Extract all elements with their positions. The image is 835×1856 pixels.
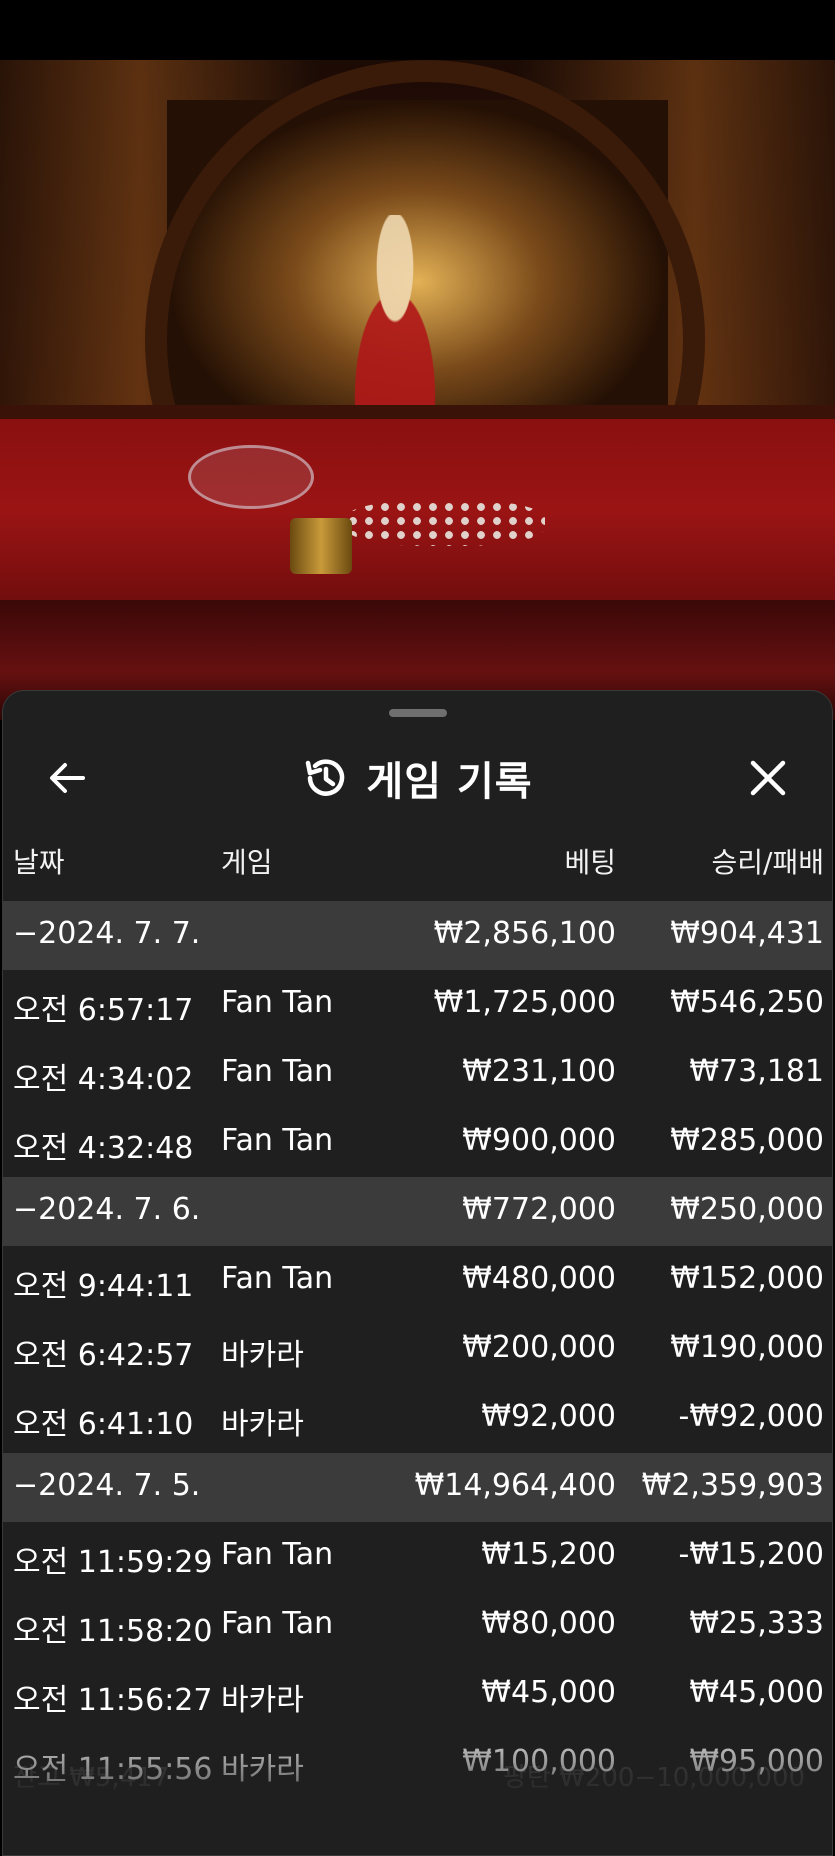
sheet-header: 게임 기록 [3,743,832,823]
row-time: 오전 11:58:20 [13,1614,213,1649]
row-winloss: ₩73,181 [689,1054,824,1089]
glass-cover [188,445,314,509]
history-row[interactable]: 오전 4:32:48 Fan Tan ₩900,000 ₩285,000 [3,1108,832,1177]
drag-handle[interactable] [389,709,447,717]
history-row[interactable]: 오전 6:41:10 바카라 ₩92,000 -₩92,000 [3,1384,832,1453]
row-winloss: -₩15,200 [678,1537,824,1572]
day-group-header[interactable]: −2024. 7. 7. ₩2,856,100 ₩904,431 [3,901,832,970]
row-game: 바카라 [221,1338,304,1373]
row-time: 오전 4:32:48 [13,1131,194,1166]
row-time: 오전 9:44:11 [13,1269,194,1304]
row-game: Fan Tan [221,1054,334,1089]
close-button[interactable] [743,753,793,803]
row-winloss: -₩92,000 [678,1399,824,1434]
fan-tan-beans [345,500,545,546]
close-icon [750,760,786,796]
day-date: −2024. 7. 6. [13,1192,201,1227]
history-list: −2024. 7. 7. ₩2,856,100 ₩904,431 오전 6:57… [3,901,832,1798]
row-bet: ₩200,000 [462,1330,616,1365]
column-date: 날짜 [13,846,65,879]
day-winloss-total: ₩904,431 [670,916,824,951]
history-row[interactable]: 오전 6:57:17 Fan Tan ₩1,725,000 ₩546,250 [3,970,832,1039]
balance-label: 잔고 ₩5,417 [13,1763,170,1793]
live-dealer-video [0,60,835,720]
game-history-sheet: 게임 기록 날짜 게임 베팅 승리/패배 −2024. 7. 7. ₩2,856… [2,690,833,1856]
day-bet-total: ₩2,856,100 [433,916,616,951]
day-bet-total: ₩14,964,400 [414,1468,616,1503]
history-row[interactable]: 오전 9:44:11 Fan Tan ₩480,000 ₩152,000 [3,1246,832,1315]
day-bet-total: ₩772,000 [462,1192,616,1227]
history-row[interactable]: 오전 11:58:20 Fan Tan ₩80,000 ₩25,333 [3,1591,832,1660]
row-time: 오전 11:56:27 [13,1683,213,1718]
day-winloss-total: ₩2,359,903 [641,1468,824,1503]
row-winloss: ₩45,000 [689,1675,824,1710]
row-winloss: ₩190,000 [670,1330,824,1365]
row-game: 바카라 [221,1407,304,1442]
column-winloss: 승리/패배 [711,846,824,879]
row-bet: ₩900,000 [462,1123,616,1158]
history-row[interactable]: 오전 6:42:57 바카라 ₩200,000 ₩190,000 [3,1315,832,1384]
status-bar [0,0,835,60]
row-time: 오전 6:57:17 [13,993,194,1028]
row-bet: ₩231,100 [462,1054,616,1089]
day-winloss-total: ₩250,000 [670,1192,824,1227]
row-time: 오전 4:34:02 [13,1062,194,1097]
row-game: Fan Tan [221,1261,334,1296]
brass-cup [290,518,352,574]
day-date: −2024. 7. 7. [13,916,201,951]
row-bet: ₩1,725,000 [433,985,616,1020]
row-bet: ₩480,000 [462,1261,616,1296]
row-winloss: ₩546,250 [670,985,824,1020]
history-row[interactable]: 오전 11:56:27 바카라 ₩45,000 ₩45,000 [3,1660,832,1729]
history-row[interactable]: 오전 4:34:02 Fan Tan ₩231,100 ₩73,181 [3,1039,832,1108]
day-group-header[interactable]: −2024. 7. 5. ₩14,964,400 ₩2,359,903 [3,1453,832,1522]
bet-limits-label: 팡탄 ₩200−10,000,000 [503,1763,806,1793]
column-headers: 날짜 게임 베팅 승리/패배 [3,829,832,889]
column-bet: 베팅 [564,846,616,879]
day-date: −2024. 7. 5. [13,1468,201,1503]
row-time: 오전 11:59:29 [13,1545,213,1580]
row-bet: ₩80,000 [481,1606,616,1641]
row-game: 바카라 [221,1683,304,1718]
row-bet: ₩45,000 [481,1675,616,1710]
row-time: 오전 6:42:57 [13,1338,194,1373]
row-game: 바카라 [221,1752,304,1787]
row-game: Fan Tan [221,1537,334,1572]
row-winloss: ₩285,000 [670,1123,824,1158]
row-winloss: ₩152,000 [670,1261,824,1296]
row-bet: ₩15,200 [481,1537,616,1572]
row-game: Fan Tan [221,985,334,1020]
page-title: 게임 기록 [366,759,533,805]
day-group-header[interactable]: −2024. 7. 6. ₩772,000 ₩250,000 [3,1177,832,1246]
row-game: Fan Tan [221,1606,334,1641]
history-row[interactable]: 오전 11:59:29 Fan Tan ₩15,200 -₩15,200 [3,1522,832,1591]
row-time: 오전 6:41:10 [13,1407,194,1442]
column-game: 게임 [221,846,273,879]
history-icon [306,759,345,796]
row-bet: ₩92,000 [481,1399,616,1434]
row-game: Fan Tan [221,1123,334,1158]
row-winloss: ₩25,333 [689,1606,824,1641]
